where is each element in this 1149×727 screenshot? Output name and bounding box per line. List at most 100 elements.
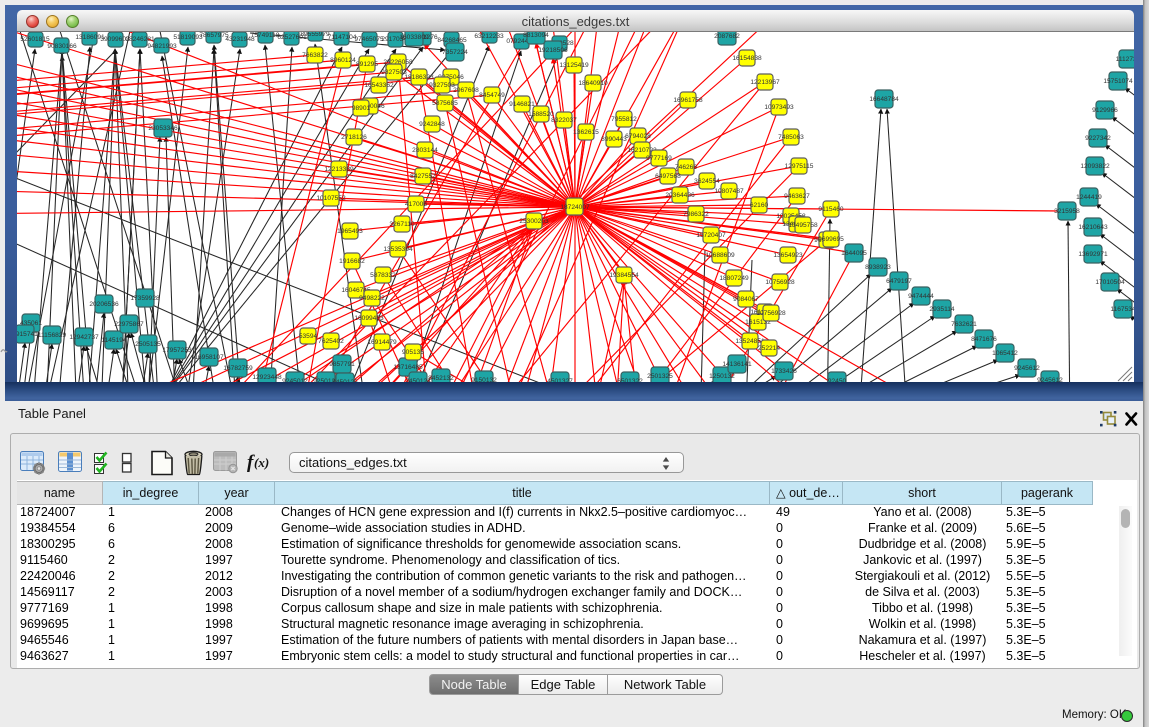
svg-text:20206536: 20206536	[89, 301, 119, 308]
svg-text:2087682: 2087682	[714, 33, 740, 40]
svg-text:13654923: 13654923	[773, 252, 803, 259]
svg-text:16958107: 16958107	[194, 354, 224, 361]
svg-text:13716485: 13716485	[393, 364, 423, 371]
svg-text:9084067: 9084067	[733, 296, 759, 303]
svg-text:14136141: 14136141	[722, 361, 752, 368]
svg-text:7632621: 7632621	[951, 321, 977, 328]
svg-text:16961758: 16961758	[673, 97, 703, 104]
svg-text:6501322: 6501322	[617, 378, 643, 382]
svg-text:18186323: 18186323	[404, 74, 434, 81]
svg-text:9245012: 9245012	[282, 378, 308, 382]
svg-text:16099483: 16099483	[354, 315, 384, 322]
svg-text:13495758: 13495758	[788, 222, 818, 229]
svg-text:1644095: 1644095	[841, 250, 867, 257]
svg-text:53594: 53594	[299, 333, 318, 340]
svg-text:7625402: 7625402	[318, 338, 344, 345]
svg-text:25300203: 25300203	[519, 218, 549, 225]
svg-text:3267110: 3267110	[389, 221, 415, 228]
svg-text:16914479: 16914479	[367, 339, 397, 346]
svg-text:9150132: 9150132	[471, 377, 497, 382]
svg-text:71147104: 71147104	[328, 34, 357, 41]
svg-text:1916682: 1916682	[339, 258, 365, 265]
svg-text:62160: 62160	[750, 202, 769, 209]
svg-text:2501325: 2501325	[647, 373, 673, 380]
svg-text:16543362: 16543362	[364, 82, 394, 89]
svg-text:12213967: 12213967	[750, 79, 780, 86]
svg-text:9699695: 9699695	[818, 236, 844, 243]
svg-text:10756928: 10756928	[765, 279, 795, 286]
svg-text:18724007: 18724007	[560, 204, 590, 211]
svg-text:2505135: 2505135	[135, 341, 161, 348]
svg-text:52601815: 52601815	[20, 36, 50, 43]
svg-text:7663822: 7663822	[302, 52, 328, 59]
svg-text:10107552: 10107552	[316, 195, 346, 202]
svg-text:7955812: 7955812	[611, 116, 637, 123]
svg-text:13535394: 13535394	[383, 246, 413, 253]
svg-text:8960124: 8960124	[330, 57, 356, 64]
svg-text:16782759: 16782759	[223, 365, 253, 372]
svg-text:16033809: 16033809	[399, 34, 429, 41]
svg-text:7357224: 7357224	[442, 49, 468, 56]
svg-text:746266: 746266	[675, 164, 697, 171]
svg-text:8427552: 8427552	[410, 173, 436, 180]
svg-text:9463627: 9463627	[784, 193, 810, 200]
svg-text:20364436: 20364436	[665, 192, 695, 199]
svg-text:8452132: 8452132	[428, 375, 454, 382]
svg-text:9498222: 9498222	[359, 295, 385, 302]
svg-text:13692971: 13692971	[1078, 251, 1108, 258]
svg-text:1733426: 1733426	[771, 368, 797, 375]
svg-text:8450125: 8450125	[332, 379, 358, 382]
svg-text:12093822: 12093822	[1080, 163, 1110, 170]
svg-text:92450: 92450	[828, 378, 847, 382]
svg-text:9857791: 9857791	[329, 361, 355, 368]
svg-text:8813094: 8813094	[523, 32, 549, 39]
svg-text:16648784: 16648784	[869, 96, 899, 103]
svg-text:4501327: 4501327	[547, 378, 573, 382]
svg-text:9242848: 9242848	[419, 121, 445, 128]
svg-text:16154838: 16154838	[732, 55, 762, 62]
svg-text:9245612: 9245612	[1014, 365, 1040, 372]
svg-text:8322037: 8322037	[551, 117, 577, 124]
svg-text:18807249: 18807249	[719, 275, 749, 282]
svg-text:12213389: 12213389	[324, 166, 354, 173]
svg-text:8454749: 8454749	[479, 92, 505, 99]
svg-text:17010504: 17010504	[1095, 279, 1125, 286]
svg-text:11156829: 11156829	[38, 332, 67, 339]
svg-text:1167534: 1167534	[1110, 306, 1134, 313]
svg-text:19384554: 19384554	[609, 272, 639, 279]
svg-text:63212233: 63212233	[474, 33, 504, 40]
svg-text:7986322: 7986322	[683, 211, 709, 218]
svg-text:1065412: 1065412	[992, 350, 1018, 357]
svg-text:15751074: 15751074	[1103, 78, 1133, 85]
svg-text:89555979: 89555979	[300, 31, 330, 38]
svg-text:9777169: 9777169	[646, 155, 672, 162]
svg-text:23053346: 23053346	[148, 125, 178, 132]
svg-text:891295: 891295	[356, 61, 378, 68]
svg-text:2935114: 2935114	[929, 306, 955, 313]
svg-text:94821993: 94821993	[147, 43, 177, 50]
svg-text:252214: 252214	[758, 345, 780, 352]
svg-text:3215958: 3215958	[1054, 208, 1080, 215]
svg-text:9227342: 9227342	[1085, 135, 1111, 142]
svg-text:10807487: 10807487	[714, 188, 744, 195]
svg-text:16210643: 16210643	[1078, 224, 1108, 231]
svg-text:5878332: 5878332	[370, 272, 396, 279]
svg-text:17359928: 17359928	[130, 295, 160, 302]
svg-text:9115460: 9115460	[818, 206, 844, 213]
svg-text:1145194: 1145194	[101, 337, 127, 344]
svg-text:15720407: 15720407	[696, 232, 726, 239]
svg-text:8938923: 8938923	[865, 264, 891, 271]
svg-text:97465075: 97465075	[354, 36, 384, 43]
svg-text:1112735: 1112735	[1116, 56, 1134, 63]
svg-text:19218506: 19218506	[538, 47, 568, 54]
svg-text:3915741: 3915741	[17, 331, 38, 338]
svg-text:9327503: 9327503	[429, 82, 455, 89]
svg-text:5875685: 5875685	[432, 100, 458, 107]
svg-text:17957253: 17957253	[162, 347, 192, 354]
svg-text:9245612: 9245612	[1037, 377, 1063, 382]
svg-text:8990443: 8990443	[601, 136, 627, 143]
svg-text:7485063: 7485063	[778, 134, 804, 141]
svg-text:2718126: 2718126	[341, 134, 367, 141]
svg-text:(x): (x)	[254, 455, 269, 470]
svg-text:13125419: 13125419	[559, 62, 589, 69]
